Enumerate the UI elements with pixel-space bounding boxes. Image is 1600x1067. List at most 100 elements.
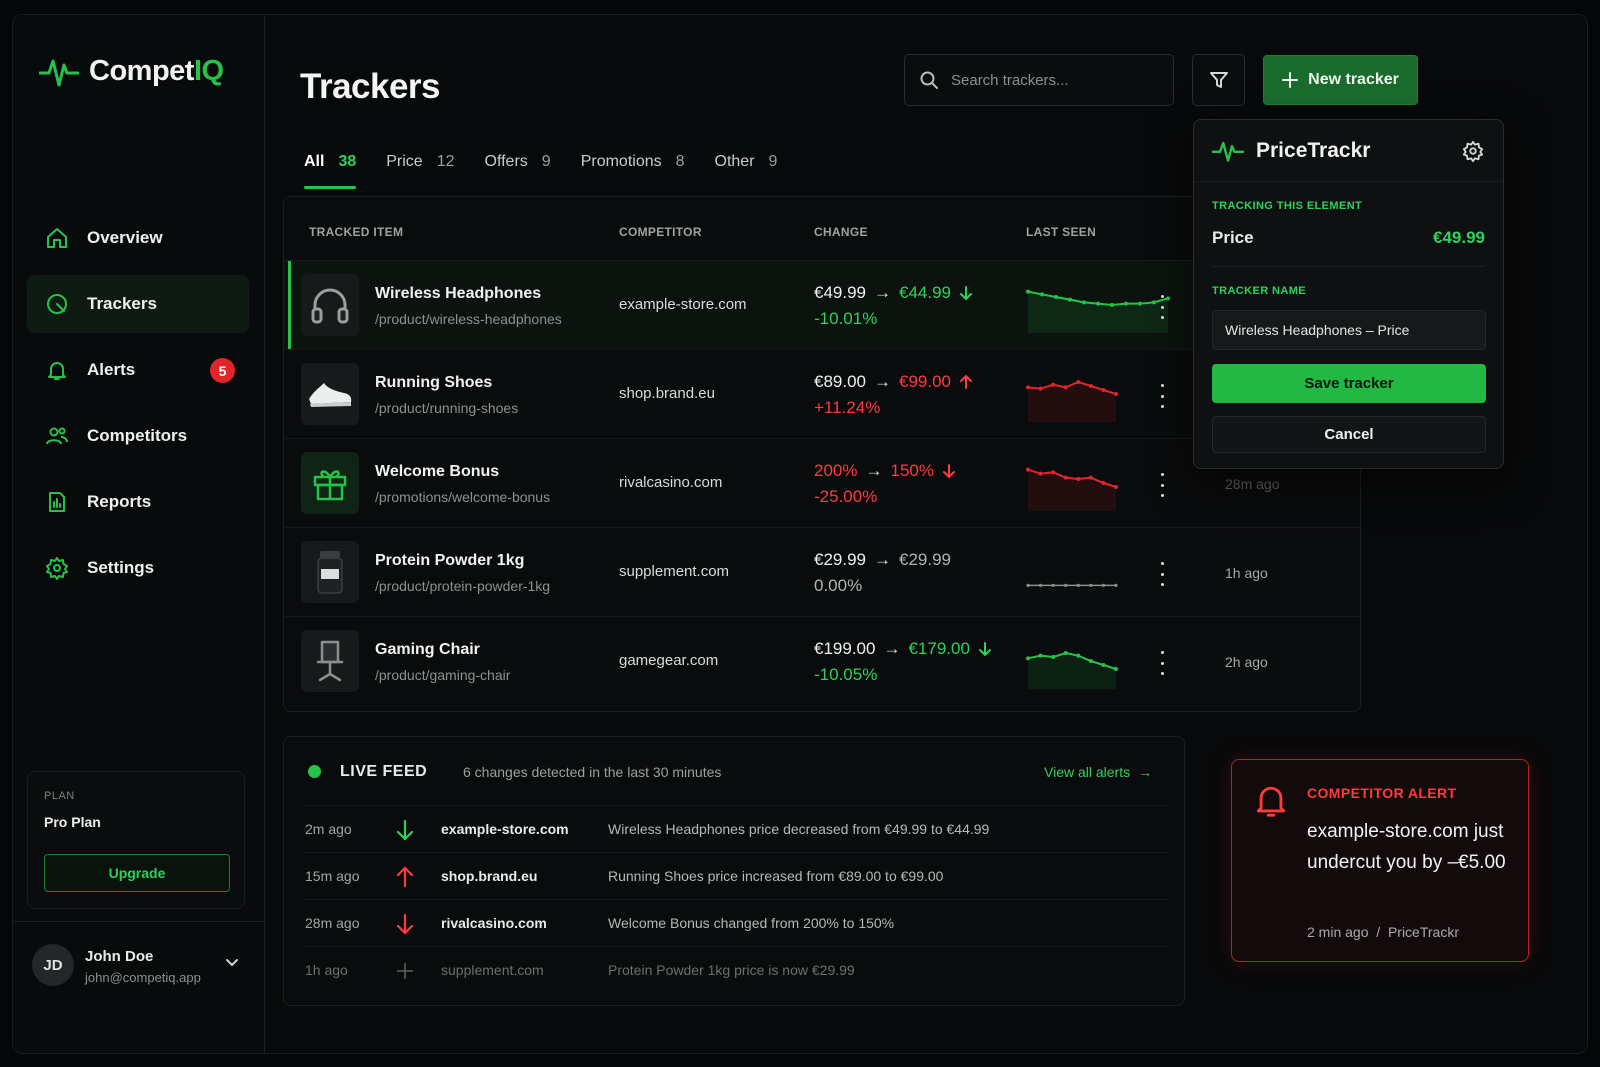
plus-icon [1282,72,1299,88]
item-name: Wireless Headphones [375,285,542,302]
competitor-name: shop.brand.eu [619,385,715,402]
competitor-name: example-store.com [619,296,747,313]
sparkline-area [1028,653,1116,689]
sidebar-item-settings[interactable]: Settings [27,539,249,597]
chevron-down-icon[interactable] [225,956,239,970]
item-name: Welcome Bonus [375,463,500,480]
sidebar-item-overview[interactable]: Overview [27,209,249,267]
sparkline-point [1038,386,1043,391]
sparkline-point [1063,475,1068,480]
last-seen: 28m ago [1225,476,1280,492]
gear-icon[interactable] [1462,140,1484,162]
row-menu-button[interactable] [1156,384,1168,408]
popup-title: PriceTrackr [1256,139,1371,162]
sidebar-item-trackers[interactable]: Trackers [27,275,249,333]
tab-price[interactable]: Price 12 [386,145,454,179]
sparkline-point [1026,656,1030,661]
plan-label: PLAN [44,790,75,802]
old-value: €49.99 [814,283,866,302]
app-logo[interactable]: CompetIQ [39,53,224,89]
upgrade-button[interactable]: Upgrade [44,854,230,892]
sparkline-point [1089,583,1093,587]
new-tracker-button[interactable]: New tracker [1263,55,1418,105]
column-change[interactable]: CHANGE [814,225,868,239]
competitor-name: rivalcasino.com [619,474,723,491]
table-row[interactable]: Gaming Chair /product/gaming-chair gameg… [284,617,1360,706]
feed-item[interactable]: 1h ago supplement.com Protein Powder 1kg… [302,946,1168,993]
sparkline-point [1110,303,1114,307]
page-title: Trackers [300,67,441,106]
product-thumbnail [301,541,359,603]
change-values: €199.00 → €179.00 [814,639,992,659]
sparkline-point [1082,300,1086,305]
sparkline-point [1064,583,1068,587]
live-indicator [308,765,321,778]
live-feed-panel: LIVE FEED 6 changes detected in the last… [283,736,1185,1006]
tab-other[interactable]: Other 9 [715,145,778,179]
sidebar-item-alerts[interactable]: Alerts 5 [27,341,249,399]
arrow-down-icon [978,642,991,657]
tab-offers[interactable]: Offers 9 [485,145,551,179]
feed-time: 15m ago [305,868,360,884]
sparkline-point [1026,385,1030,390]
sparkline-point [1114,667,1118,671]
column-last-seen[interactable]: LAST SEEN [1026,225,1096,239]
table-row[interactable]: Protein Powder 1kg /product/protein-powd… [284,528,1360,617]
new-value: €99.00 [899,372,951,391]
column-competitor[interactable]: COMPETITOR [619,225,702,239]
filter-button[interactable] [1192,54,1245,106]
app-window: CompetIQ Overview Trackers Alerts 5 Comp… [12,14,1588,1054]
sparkline-point [1101,388,1106,392]
feed-title: LIVE FEED [340,763,428,780]
arrow-down-icon [392,911,418,937]
new-value: 150% [890,461,934,480]
view-all-alerts-link[interactable]: View all alerts → [1044,764,1152,780]
new-tracker-label: New tracker [1308,71,1399,88]
product-thumbnail [301,274,359,336]
tab-promotions[interactable]: Promotions 8 [581,145,685,179]
search-input[interactable] [951,71,1161,89]
row-menu-button[interactable] [1156,473,1168,497]
pulse-icon [39,59,79,87]
gear-icon [46,557,68,580]
user-menu[interactable]: JD John Doe john@competiq.app [13,921,265,1019]
sparkline-point [1051,470,1056,475]
column-tracked-item[interactable]: TRACKED ITEM [309,225,403,239]
cancel-button[interactable]: Cancel [1212,416,1486,453]
feed-item[interactable]: 15m ago shop.brand.eu Running Shoes pric… [302,852,1168,899]
sidebar: CompetIQ Overview Trackers Alerts 5 Comp… [13,15,265,1053]
sidebar-item-competitors[interactable]: Competitors [27,407,249,465]
sparkline-point [1101,481,1106,485]
sparkline-chart [1026,467,1118,511]
tracker-name-input[interactable] [1212,310,1486,350]
tab-all[interactable]: All 38 [304,145,357,189]
arrow-up-icon [392,864,418,890]
sparkline-chart [1026,583,1118,587]
plus-icon [392,958,418,984]
sidebar-item-reports[interactable]: Reports [27,473,249,531]
tracker-name-label: TRACKER NAME [1212,285,1307,297]
search-box[interactable] [904,54,1174,106]
plan-name: Pro Plan [44,814,101,830]
alert-message: example-store.com just undercut you by –… [1307,821,1506,873]
row-menu-button[interactable] [1156,562,1168,586]
users-icon [46,427,68,445]
arrow-down-icon [942,464,955,479]
row-menu-button[interactable] [1156,295,1168,319]
arrow-down-icon [392,817,418,843]
sparkline-chart [1026,651,1118,689]
row-menu-button[interactable] [1156,651,1168,675]
sparkline-point [1040,292,1044,297]
shoe-icon [309,383,352,407]
sparkline-point [1114,583,1118,587]
competitor-alert-toast[interactable]: COMPETITOR ALERT example-store.com just … [1231,759,1529,962]
feed-item[interactable]: 28m ago rivalcasino.com Welcome Bonus ch… [302,899,1168,946]
arrow-right-icon: → [874,283,891,302]
arrow-right-icon: → [883,639,901,658]
feed-item[interactable]: 2m ago example-store.com Wireless Headph… [302,805,1168,852]
save-tracker-button[interactable]: Save tracker [1212,364,1486,403]
new-value: €44.99 [899,283,951,302]
item-name: Gaming Chair [375,641,480,658]
change-percent: -10.01% [814,309,878,328]
change-percent: -25.00% [814,487,878,506]
